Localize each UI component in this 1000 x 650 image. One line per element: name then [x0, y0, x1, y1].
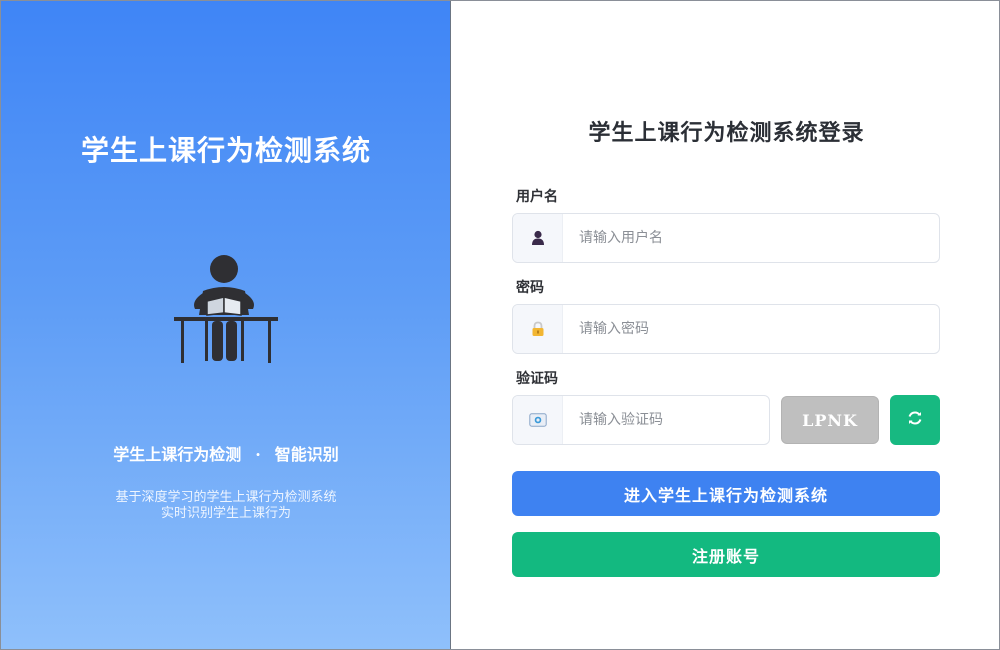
captcha-image[interactable]: LPNK — [781, 396, 879, 444]
password-group — [512, 304, 940, 354]
tagline-right: 智能识别 — [274, 445, 339, 464]
tagline: 学生上课行为检测 · 智能识别 — [1, 441, 451, 465]
system-title: 学生上课行为检测系统 — [80, 134, 371, 167]
password-input[interactable] — [563, 305, 939, 353]
captcha-input[interactable] — [563, 396, 769, 444]
username-label: 用户名 — [516, 189, 558, 205]
login-button[interactable]: 进入学生上课行为检测系统 — [512, 471, 940, 516]
login-window: 学生上课行为检测系统 学生上课行为检测 · 智能识别 基于深度学习的学生上课行为… — [0, 0, 1000, 650]
username-group — [512, 213, 940, 263]
user-icon — [513, 214, 563, 262]
id-card-icon — [513, 396, 563, 444]
student-reading-at-desk-icon — [169, 249, 283, 369]
description-line-1: 基于深度学习的学生上课行为检测系统 — [115, 490, 337, 505]
brand-panel: 学生上课行为检测系统 学生上课行为检测 · 智能识别 基于深度学习的学生上课行为… — [1, 1, 451, 649]
login-title: 学生上课行为检测系统登录 — [588, 120, 865, 146]
register-button[interactable]: 注册账号 — [512, 532, 940, 577]
tagline-separator: · — [255, 445, 261, 464]
description-line-2: 实时识别学生上课行为 — [160, 506, 291, 521]
captcha-label: 验证码 — [516, 371, 558, 387]
system-description: 基于深度学习的学生上课行为检测系统 实时识别学生上课行为 — [1, 490, 451, 522]
tagline-left: 学生上课行为检测 — [113, 445, 242, 464]
login-form-panel: 学生上课行为检测系统登录 用户名 密码 — [452, 1, 999, 649]
captcha-group — [512, 395, 770, 445]
refresh-icon — [907, 410, 923, 430]
password-label: 密码 — [516, 280, 544, 296]
username-input[interactable] — [563, 214, 939, 262]
lock-icon — [513, 305, 563, 353]
refresh-captcha-button[interactable] — [890, 395, 940, 445]
